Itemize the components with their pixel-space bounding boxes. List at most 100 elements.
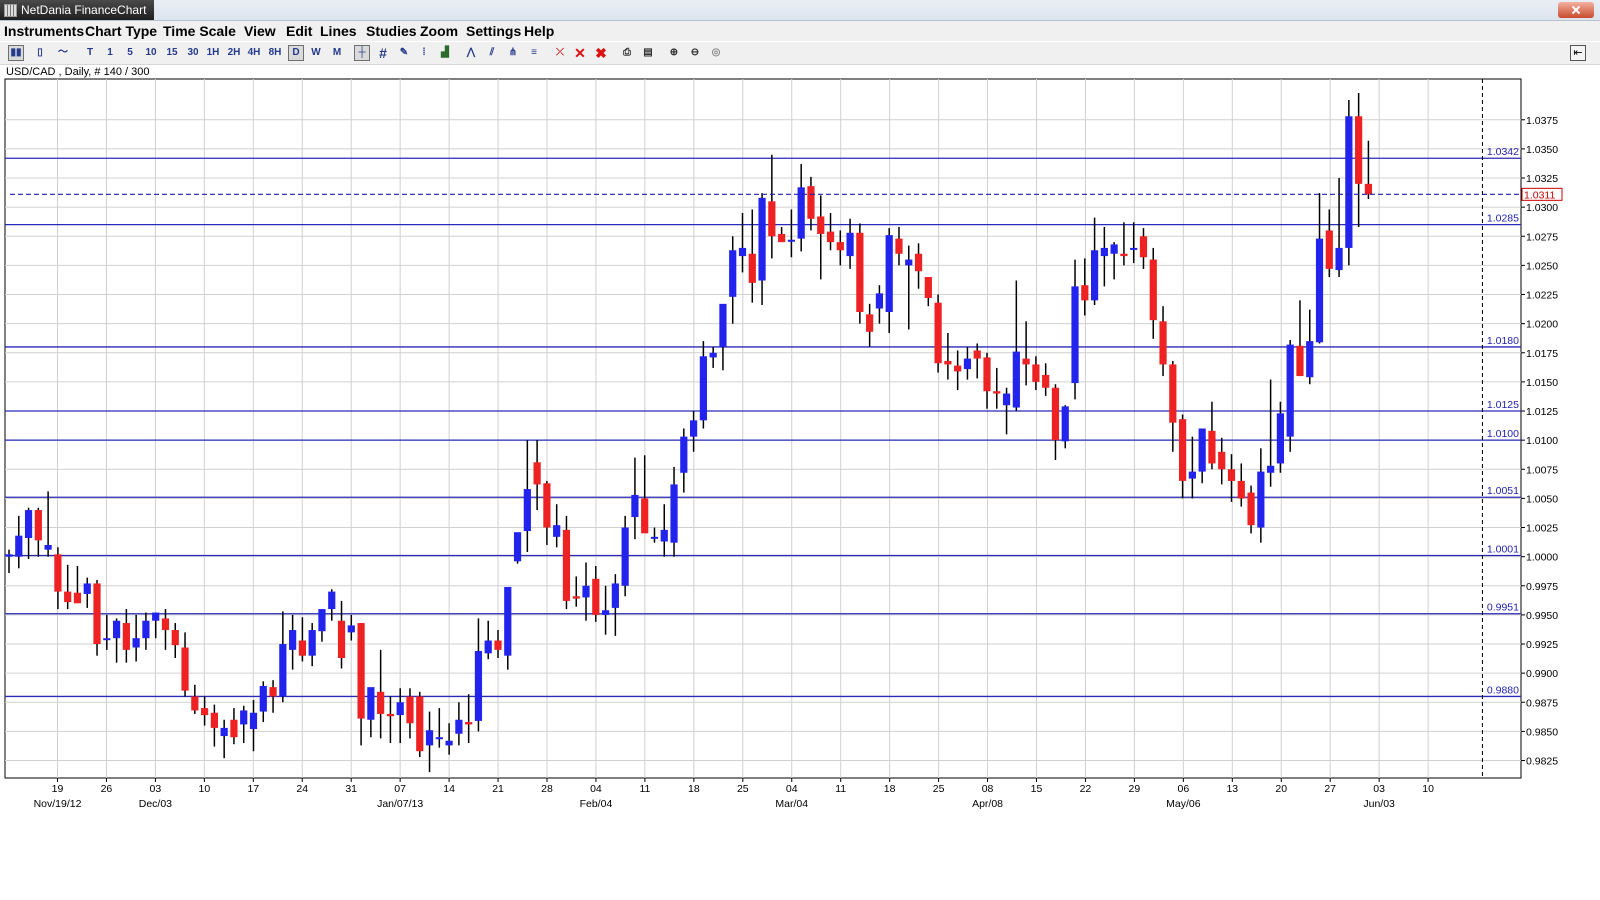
line-level-label: 0.9880	[1487, 684, 1519, 696]
candle-body	[455, 719, 463, 734]
candle-body	[641, 498, 649, 534]
candle-body	[132, 638, 140, 648]
candle[interactable]	[1345, 99, 1353, 266]
candle-body	[1120, 253, 1128, 257]
candle-body	[866, 314, 874, 332]
candle-body	[1022, 358, 1030, 365]
candle-body	[1257, 471, 1265, 528]
candle-body	[709, 352, 717, 358]
candle-body	[601, 610, 610, 615]
candle[interactable]	[934, 294, 942, 373]
candle-body	[631, 494, 639, 518]
candle-body	[826, 231, 835, 243]
line-level-label: 1.0125	[1487, 399, 1519, 411]
candle-body	[494, 640, 502, 650]
candle-body	[103, 638, 111, 641]
candle-body	[533, 462, 541, 485]
candle-body	[1335, 247, 1343, 271]
candle-body	[425, 730, 434, 746]
candle-body	[944, 360, 952, 365]
x-tick-label: 19	[52, 783, 64, 795]
candle-body	[1032, 364, 1040, 382]
y-tick-label: 1.0275	[1526, 231, 1558, 243]
candle-body	[83, 583, 91, 594]
candle[interactable]	[1286, 339, 1294, 452]
x-tick-label: 28	[541, 783, 553, 795]
candle-body	[680, 436, 688, 473]
candle-body	[44, 545, 52, 550]
price-chart[interactable]: 1.0342 1.0285 1.0180 1.0125 1.0100 1.0051 1.00…	[0, 0, 1600, 900]
y-tick-label: 1.0225	[1526, 290, 1558, 302]
candle-body	[1110, 244, 1118, 254]
candle-body	[1325, 230, 1333, 269]
x-tick-label: 10	[1422, 783, 1434, 795]
candle-body	[112, 620, 121, 639]
candle-body	[719, 303, 727, 347]
y-tick-label: 0.9950	[1526, 610, 1558, 622]
x-tick-label: 22	[1080, 783, 1092, 795]
line-level-label: 1.0342	[1487, 146, 1519, 158]
candle-body	[553, 525, 561, 537]
x-major-label: Feb/04	[580, 798, 613, 810]
candle-body	[1061, 406, 1069, 442]
candle-body	[914, 253, 923, 272]
candle-body	[543, 483, 551, 528]
y-tick-label: 0.9925	[1526, 639, 1558, 651]
candle-body	[523, 489, 531, 532]
candle-body	[1081, 285, 1089, 301]
candle-body	[954, 365, 962, 372]
candle-body	[152, 612, 160, 621]
candle[interactable]	[513, 532, 522, 564]
candle-body	[1286, 344, 1294, 437]
candle-body	[572, 596, 580, 599]
y-tick-label: 1.0350	[1526, 144, 1558, 156]
candle-body	[1012, 351, 1020, 408]
candle-body	[875, 293, 884, 309]
candle[interactable]	[562, 515, 571, 610]
candle-body	[738, 247, 747, 257]
x-tick-label: 06	[1178, 783, 1190, 795]
candle-body	[621, 527, 629, 586]
candle[interactable]	[856, 223, 864, 324]
candle-body	[650, 536, 659, 539]
line-level-label: 1.0100	[1487, 428, 1519, 440]
candle-body	[513, 532, 522, 562]
candle-body	[474, 651, 483, 721]
candle-body	[269, 687, 277, 697]
x-major-label: Mar/04	[775, 798, 808, 810]
x-tick-label: 24	[296, 783, 308, 795]
candle-body	[122, 623, 130, 650]
y-tick-label: 1.0175	[1526, 348, 1558, 360]
candle-body	[161, 618, 170, 631]
candle-body	[1130, 247, 1138, 250]
line-level-label: 1.0180	[1487, 335, 1519, 347]
candle-body	[1247, 492, 1255, 526]
candle-body	[181, 647, 189, 691]
candle-body	[885, 235, 893, 312]
x-tick-label: 03	[150, 783, 162, 795]
candle[interactable]	[416, 691, 424, 758]
y-tick-label: 1.0250	[1526, 260, 1558, 272]
candle-body	[15, 535, 23, 557]
candle[interactable]	[621, 515, 629, 597]
x-major-label: Nov/19/12	[34, 798, 82, 810]
candle-body	[484, 640, 492, 654]
candle-body	[435, 737, 443, 740]
candle-body	[34, 510, 42, 541]
candle-body	[1198, 428, 1206, 472]
x-major-label: Jan/07/13	[377, 798, 423, 810]
candle-body	[993, 391, 1001, 394]
x-tick-label: 18	[884, 783, 896, 795]
y-tick-label: 1.0325	[1526, 173, 1558, 185]
x-tick-label: 08	[982, 783, 994, 795]
candle-body	[973, 350, 981, 359]
line-level-label: 1.0001	[1487, 543, 1519, 555]
candle-body	[328, 591, 336, 610]
candle-body	[963, 358, 972, 370]
x-major-label: Dec/03	[139, 798, 172, 810]
x-major-label: Apr/08	[972, 798, 1003, 810]
candle-body	[93, 583, 101, 645]
candle-body	[1306, 341, 1314, 378]
candle-body	[1345, 116, 1353, 248]
candle-body	[1100, 247, 1108, 257]
